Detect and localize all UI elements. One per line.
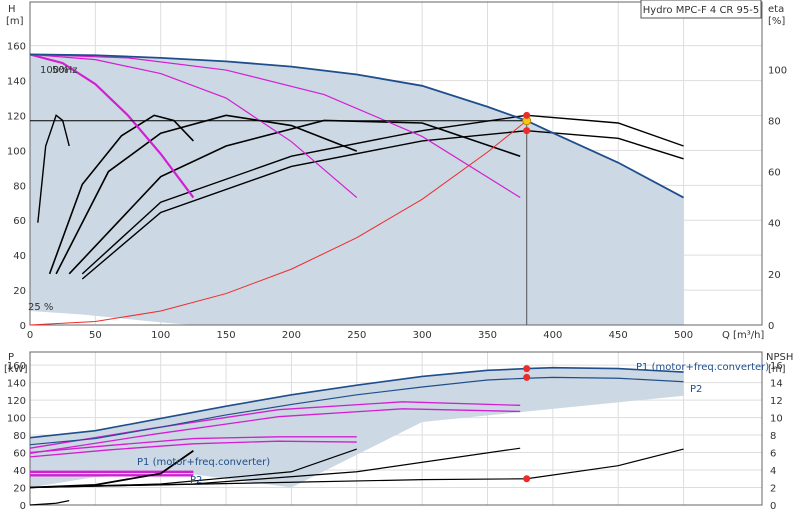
x-tick-5: 250 [347, 330, 366, 341]
x-tick-9: 450 [609, 330, 628, 341]
eta-duty-point-1 [523, 127, 531, 135]
bot-y-left-axis-unit: [kW] [4, 364, 28, 375]
x-tick-0: 0 [27, 330, 33, 341]
bot-y-right-tick-2: 4 [770, 466, 776, 477]
freq-50-label: 50Hz [52, 65, 78, 76]
head-efficiency-panel: 0 50 100 150 200 250 300 350 400 450 5000204060801… [6, 0, 787, 341]
bot-y-left-tick-0: 0 [20, 501, 26, 512]
label-p2-small: P2 [190, 475, 202, 486]
bot-y-right-tick-0: 0 [770, 501, 776, 512]
x-tick-8: 400 [543, 330, 562, 341]
label-p1-small: P1 (motor+freq.converter) [137, 457, 270, 468]
bot-y-right-tick-3: 6 [770, 449, 776, 460]
bot-y-left-tick-2: 40 [13, 466, 26, 477]
bot-y-right-axis-name: NPSH [766, 352, 793, 363]
y-right-tick-3: 60 [768, 168, 781, 179]
x-tick-3: 150 [217, 330, 236, 341]
bot-y-right-axis-unit: [m] [768, 364, 786, 375]
y-left-tick-8: 160 [7, 42, 26, 53]
bot-y-left-axis-name: P [8, 352, 14, 363]
x-tick-1: 50 [89, 330, 102, 341]
x-tick-6: 300 [413, 330, 432, 341]
y-left-tick-0: 0 [20, 321, 26, 332]
label-p1-main: P1 (motor+freq.converter) [636, 362, 769, 373]
bot-y-left-tick-5: 100 [7, 414, 26, 425]
y-right-tick-0: 0 [768, 321, 774, 332]
bot-y-left-tick-1: 20 [13, 484, 26, 495]
x-tick-2: 100 [151, 330, 170, 341]
y-right-tick-1: 20 [768, 270, 781, 281]
duty-p1-point [523, 365, 531, 373]
chart-title: Hydro MPC-F 4 CR 95-5 [643, 5, 760, 16]
power-npsh-panel: 0204060801001201401600246810121416P[kW]N… [4, 351, 793, 512]
bot-y-right-tick-6: 12 [770, 396, 783, 407]
y-left-tick-1: 20 [13, 286, 26, 297]
bot-y-left-tick-7: 140 [7, 379, 26, 390]
pump-performance-chart: 0 50 100 150 200 250 300 350 400 450 5000204060801… [4, 0, 793, 512]
x-tick-10: 500 [674, 330, 693, 341]
bot-y-left-tick-6: 120 [7, 396, 26, 407]
label-p2-main: P2 [690, 384, 702, 395]
speed-25-label: 25 % [28, 302, 53, 313]
bot-y-left-tick-4: 80 [13, 431, 26, 442]
bot-y-right-tick-4: 8 [770, 431, 776, 442]
y-left-tick-7: 140 [7, 77, 26, 88]
x-axis-label: Q [m³/h] [722, 330, 764, 341]
y-right-tick-2: 40 [768, 219, 781, 230]
bot-y-right-tick-7: 14 [770, 379, 783, 390]
eta-duty-point-0 [523, 111, 531, 119]
duty-npsh-point [523, 475, 531, 483]
x-tick-4: 200 [282, 330, 301, 341]
y-right-tick-4: 80 [768, 116, 781, 127]
y-left-tick-6: 120 [7, 111, 26, 122]
y-left-axis-name: H [8, 4, 16, 15]
x-tick-7: 350 [478, 330, 497, 341]
bot-y-left-tick-3: 60 [13, 449, 26, 460]
bot-y-right-tick-5: 10 [770, 414, 783, 425]
y-right-axis-unit: [%] [768, 16, 785, 27]
y-right-axis-name: eta [768, 4, 784, 15]
y-left-tick-4: 80 [13, 181, 26, 192]
operating-range-band [30, 54, 684, 325]
y-left-tick-5: 100 [7, 146, 26, 157]
npsh-curve-4 [29, 500, 70, 506]
duty-p2-point [523, 373, 531, 381]
y-left-tick-2: 40 [13, 251, 26, 262]
bot-y-right-tick-1: 2 [770, 484, 776, 495]
y-right-tick-5: 100 [768, 65, 787, 76]
y-left-tick-3: 60 [13, 216, 26, 227]
y-left-axis-unit: [m] [6, 16, 24, 27]
